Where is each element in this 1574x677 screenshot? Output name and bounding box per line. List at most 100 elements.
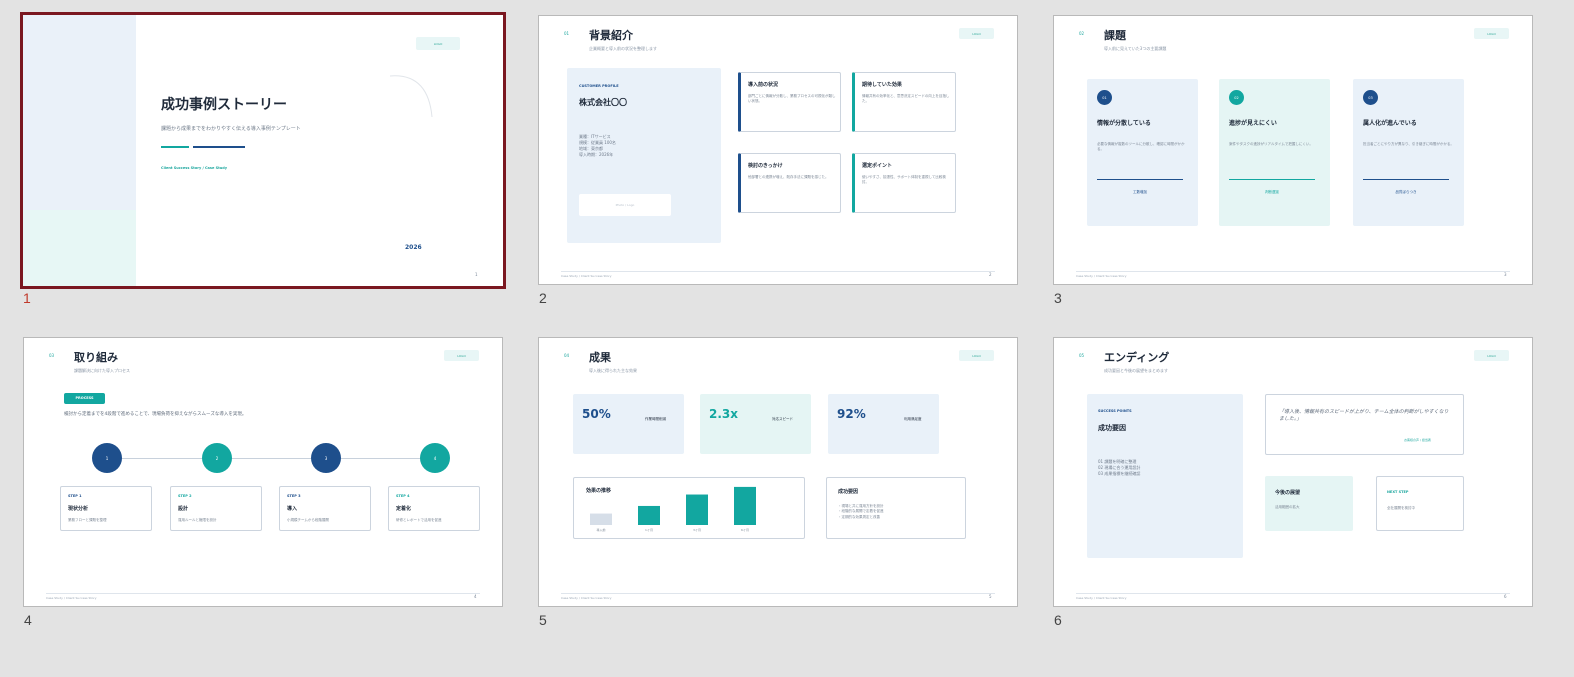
issue-title: 属人化が進んでいる [1363, 120, 1417, 127]
slide-subtitle: 導入前に見えていた3つの主要課題 [1104, 46, 1167, 51]
info-card: 選定ポイント 使いやすさ、拡張性、サポート体制を重視して比較検討。 [852, 153, 956, 213]
slide-subtitle: 企業概要と導入前の状況を整理します [589, 46, 657, 51]
footer-text: Case Study / Client Success Story [46, 596, 97, 600]
chart-category-label: 3ヶ月 [693, 528, 701, 532]
slide-thumbnail-1[interactable]: LOGO 成功事例ストーリー 課題から成果までをわかりやすく伝える導入事例テンプ… [20, 12, 506, 289]
factor-item: 03 成果指標を継続確認 [1098, 471, 1141, 476]
footer-divider [561, 593, 995, 594]
info-card-title: 選定ポイント [862, 163, 893, 169]
kpi-value: 50% [582, 407, 611, 421]
footer-divider [46, 593, 480, 594]
process-lead: 検討から定着までを4段階で進めることで、現場負荷を抑えながらスムーズな導入を実現… [64, 412, 247, 417]
footer-text: Case Study / Client Success Story [1076, 596, 1127, 600]
step-title: 現状分析 [68, 506, 89, 512]
step-title: 導入 [287, 506, 298, 512]
step-circle: 2 [202, 443, 232, 473]
footer-divider [1076, 593, 1510, 594]
issue-number: 01 [1102, 95, 1107, 100]
info-card-body: 使いやすさ、拡張性、サポート体制を重視して比較検討。 [862, 175, 946, 185]
section-number: 01 [564, 31, 570, 36]
step-circle: 1 [92, 443, 122, 473]
step-body: 研修とレポートで活用を促進 [396, 518, 442, 522]
reason-item: ・段階的な展開で定着を促進 [838, 509, 884, 514]
company-details: 業種：ITサービス 規模：従業員 100名 地域：東京都 導入時期：2026年 [579, 134, 616, 158]
slide-thumbnail-4[interactable]: 03 取り組み 課題解決に向けた導入プロセス LOGO PROCESS 検討から… [23, 337, 503, 607]
step-body: 小規模チームから段階展開 [287, 518, 329, 522]
slide-subtitle: 課題解決に向けた導入プロセス [74, 368, 130, 373]
slide-number-5: 5 [539, 612, 547, 628]
info-card-body: 情報共有の効率化と、意思決定スピードの向上を目指した。 [862, 94, 950, 104]
quote-card: 「導入後、情報共有のスピードが上がり、チーム全体の判断がしやすくなりました。」 … [1265, 394, 1464, 455]
kpi-label: 利用満足度 [904, 417, 922, 421]
logo-placeholder: LOGO [1474, 350, 1509, 361]
kpi-card: 92% 利用満足度 [828, 394, 939, 454]
success-factors-card: 成功要因 ・現場と共に運用方針を設計 ・段階的な展開で定着を促進 ・定期的な効果… [826, 477, 966, 539]
reason-list: ・現場と共に運用方針を設計 ・段階的な展開で定着を促進 ・定期的な効果測定と改善 [838, 504, 884, 520]
issue-body: 担当者ごとにやり方が異なり、引き継ぎに時間がかかる。 [1363, 142, 1454, 146]
next-label: NEXT STEP [1387, 490, 1409, 494]
footer-text: Case Study / Client Success Story [1076, 274, 1127, 278]
issue-footer: 判断遅延 [1265, 190, 1279, 194]
info-card-title: 検討のきっかけ [748, 163, 783, 169]
logo-placeholder: LOGO [959, 350, 994, 361]
reason-title: 成功要因 [838, 489, 859, 495]
step-label: STEP 1 [68, 494, 82, 498]
issue-divider [1363, 179, 1449, 180]
info-card-body: 他部署との連携が増え、既存手法に課題を感じた。 [748, 175, 829, 179]
slide-thumbnail-5[interactable]: 04 成果 導入後に得られた主な効果 LOGO 50% 作業時間削減 2.3x … [538, 337, 1018, 607]
slide-thumbnail-2[interactable]: 01 背景紹介 企業概要と導入前の状況を整理します LOGO CUSTOMER … [538, 15, 1018, 285]
cover-year: 2026 [405, 244, 422, 251]
decorative-arc [389, 75, 433, 118]
slide-title: 課題 [1104, 29, 1126, 42]
issue-number-badge: 01 [1097, 90, 1112, 105]
factor-list: 01 課題を明確に整理 02 現場に合う運用設計 03 成果指標を継続確認 [1098, 459, 1140, 477]
page-number: 3 [1504, 272, 1507, 277]
issue-title: 情報が分散している [1097, 120, 1151, 127]
chart-bar [638, 505, 660, 525]
slide-number-1: 1 [23, 290, 31, 306]
issue-card: 01 情報が分散している 必要な情報が複数のツールに分散し、確認に時間がかかる。… [1087, 79, 1198, 226]
logo-placeholder: LOGO [444, 350, 479, 361]
slide-title: 背景紹介 [589, 29, 633, 42]
chart-bar [734, 486, 756, 525]
section-number: 05 [1079, 353, 1085, 358]
kpi-value: 92% [837, 407, 866, 421]
page-number: 4 [474, 594, 477, 599]
detail-line: 導入時期：2026年 [579, 152, 614, 157]
page-number: 6 [1504, 594, 1507, 599]
navy-rule [193, 146, 245, 148]
info-card: 期待していた効果 情報共有の効率化と、意思決定スピードの向上を目指した。 [852, 72, 956, 132]
issue-number: 02 [1234, 95, 1239, 100]
slide-title: 成果 [589, 351, 611, 364]
step-label: STEP 4 [396, 494, 410, 498]
points-label: SUCCESS POINTS [1098, 409, 1132, 413]
info-card-title: 導入前の状況 [748, 82, 779, 88]
quote-text: 「導入後、情報共有のスピードが上がり、チーム全体の判断がしやすくなりました。」 [1279, 409, 1449, 422]
step-circle: 4 [420, 443, 450, 473]
step-body: 業務フローと課題を整理 [68, 518, 107, 522]
issue-title: 進捗が見えにくい [1229, 120, 1277, 127]
future-title: 今後の展望 [1275, 490, 1301, 496]
issue-number-badge: 02 [1229, 90, 1244, 105]
section-number: 03 [49, 353, 55, 358]
issue-divider [1229, 179, 1315, 180]
customer-profile-card: CUSTOMER PROFILE 株式会社〇〇 業種：ITサービス 規模：従業員… [567, 68, 721, 243]
step-circle: 3 [311, 443, 341, 473]
slide-thumbnail-6[interactable]: 05 エンディング 成功要因と今後の展望をまとめます LOGO SUCCESS … [1053, 337, 1533, 607]
chart-bar [590, 513, 612, 525]
company-name: 株式会社〇〇 [579, 98, 627, 107]
kpi-card: 50% 作業時間削減 [573, 394, 684, 454]
info-card: 導入前の状況 部門ごとに情報が分散し、業務プロセスの可視化が難しい状態。 [738, 72, 841, 132]
next-body: 全社展開を検討中 [1387, 506, 1415, 510]
issue-card: 03 属人化が進んでいる 担当者ごとにやり方が異なり、引き継ぎに時間がかかる。 … [1353, 79, 1464, 226]
logo-placeholder: LOGO [1474, 28, 1509, 39]
future-card: 今後の展望 活用範囲の拡大 [1265, 476, 1353, 531]
slide-title: 取り組み [74, 351, 118, 364]
slide-thumbnail-3[interactable]: 02 課題 導入前に見えていた3つの主要課題 LOGO 01 情報が分散している… [1053, 15, 1533, 285]
footer-divider [561, 271, 995, 272]
cover-title: 成功事例ストーリー [161, 97, 287, 113]
issue-footer: 品質ばらつき [1395, 190, 1417, 194]
success-points-card: SUCCESS POINTS 成功要因 01 課題を明確に整理 02 現場に合う… [1087, 394, 1243, 558]
step-body: 運用ルールと権限を設計 [178, 518, 217, 522]
chart-card: 効果の推移 導入前 1ヶ月 3ヶ月 6ヶ月 [573, 477, 805, 539]
